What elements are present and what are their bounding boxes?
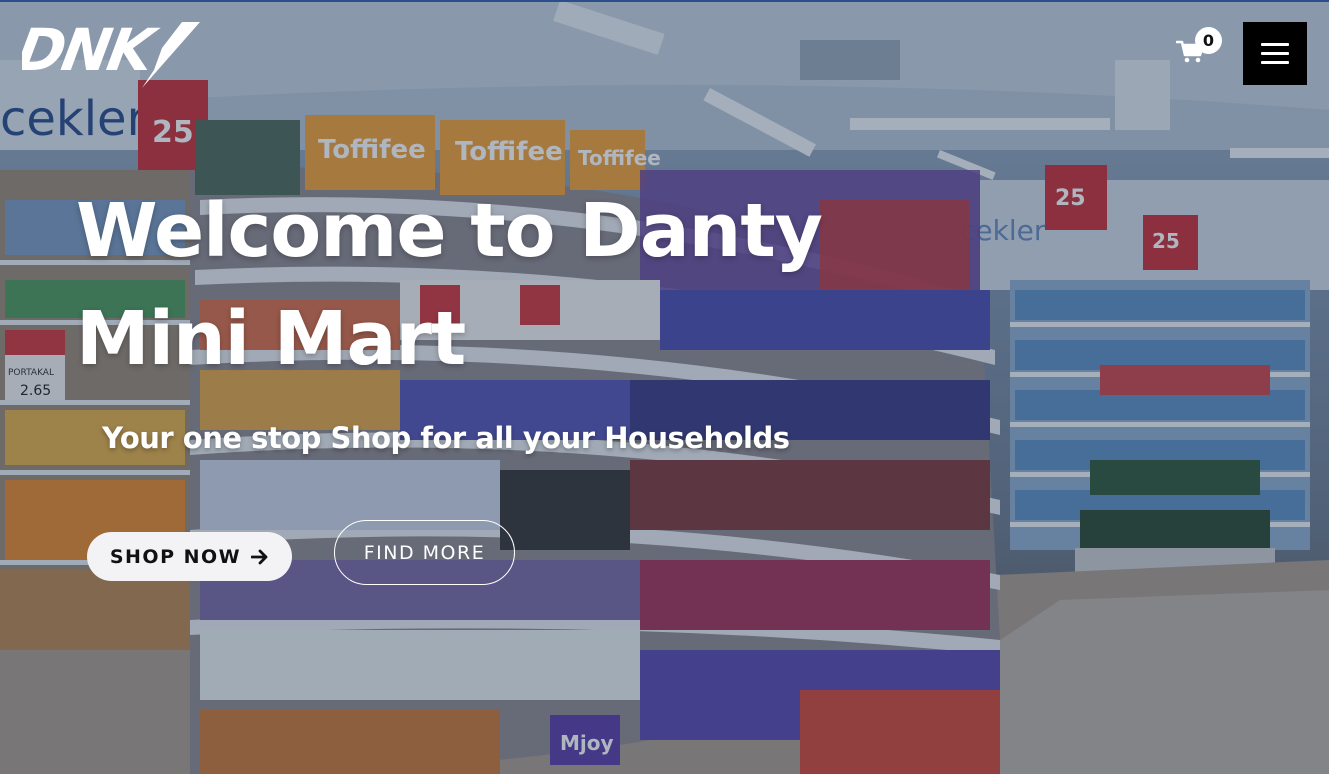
logo-text: DNK [22,16,163,83]
shop-now-label: SHOP NOW [109,545,242,568]
hero-subtitle: Your one stop Shop for all your Househol… [102,421,790,455]
shop-now-button[interactable]: SHOP NOW [87,532,292,581]
menu-button[interactable] [1243,22,1307,85]
logo-graphic: DNK [12,16,200,88]
find-more-button[interactable]: FIND MORE [334,520,515,585]
find-more-label: FIND MORE [363,541,486,564]
hero-overlay [0,0,1329,774]
hero-title-line-1: Welcome to Danty [76,188,823,274]
arrow-right-icon [251,549,268,564]
cart-count-badge: 0 [1195,27,1222,54]
brand-logo[interactable]: DNK [12,14,202,90]
top-border [0,0,1329,2]
hero-title-line-2: Mini Mart [76,296,466,382]
hero-section: cekler 25 cekler 25 25 PORTAKAL 2.65 Tof… [0,0,1329,774]
